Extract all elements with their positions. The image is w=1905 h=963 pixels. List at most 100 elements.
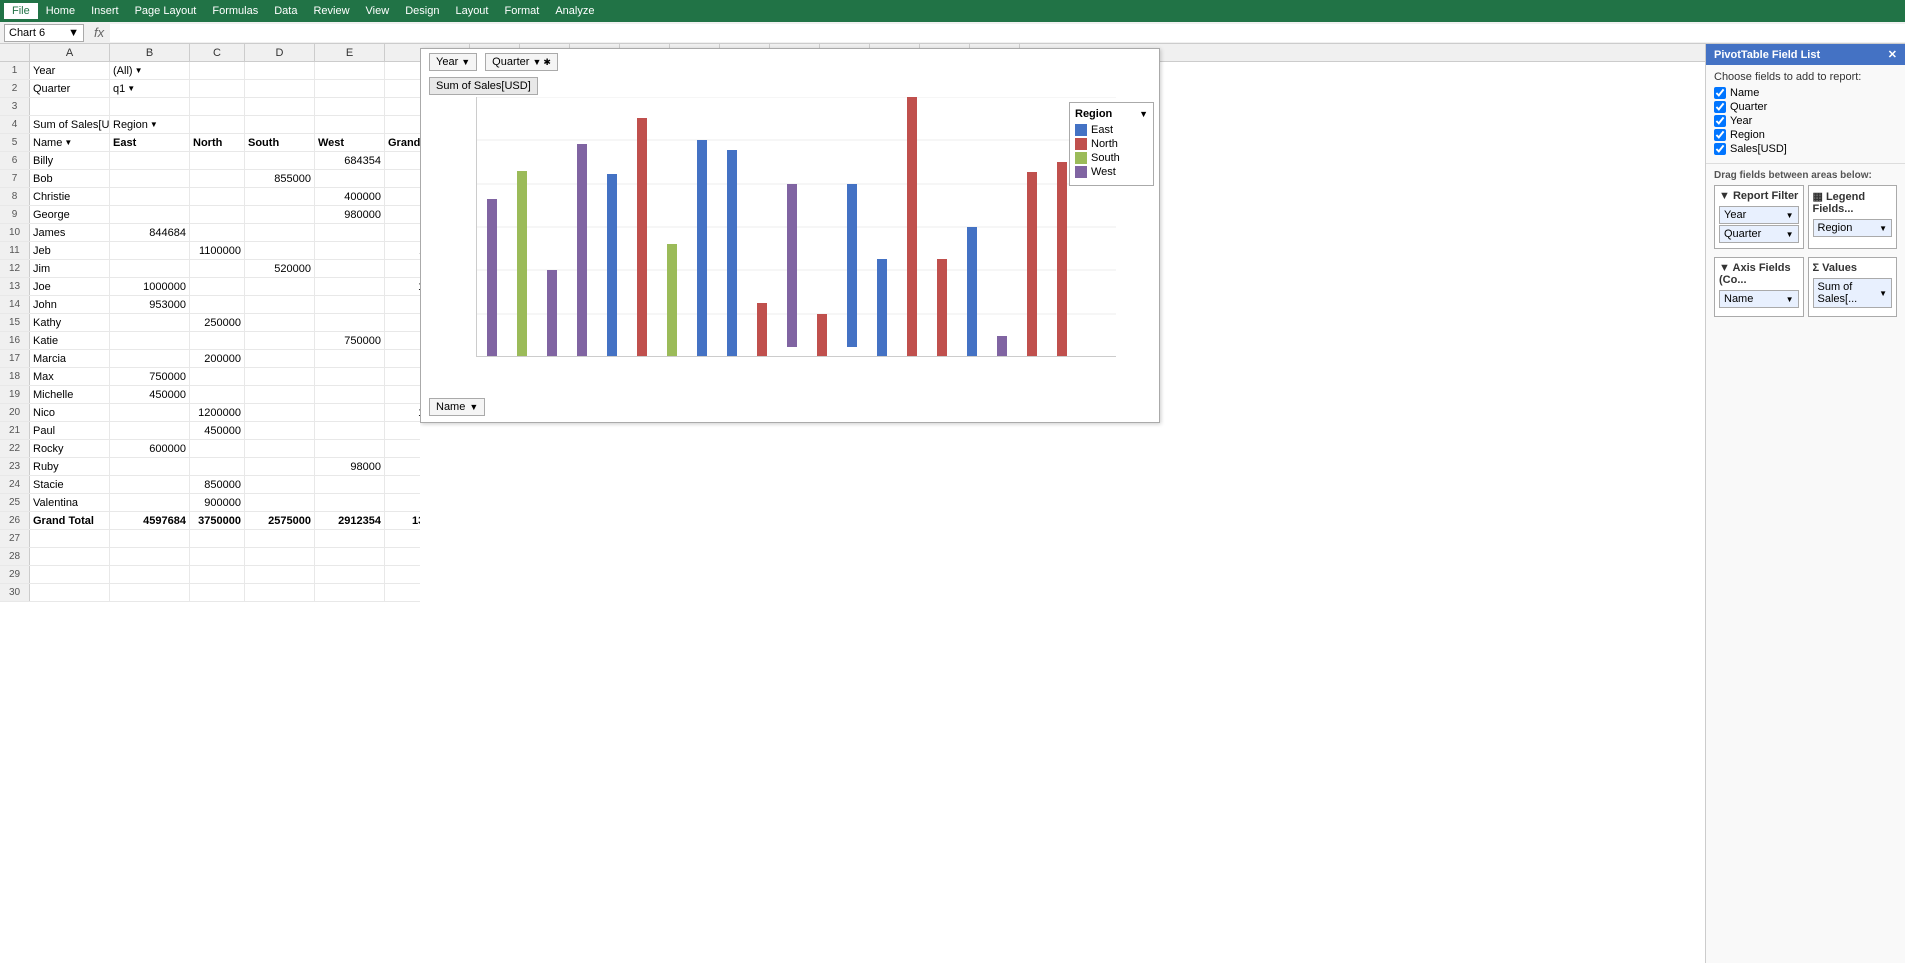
cell[interactable]: George: [30, 206, 110, 223]
cell[interactable]: [245, 206, 315, 223]
cell[interactable]: [190, 152, 245, 169]
col-header-d[interactable]: D: [245, 44, 315, 61]
cell[interactable]: Marcia: [30, 350, 110, 367]
cell[interactable]: [110, 494, 190, 511]
cell[interactable]: [315, 368, 385, 385]
cell[interactable]: 684354: [315, 152, 385, 169]
cell[interactable]: [315, 242, 385, 259]
filter-year-field[interactable]: Year ▼: [1719, 206, 1799, 224]
cell[interactable]: 750000: [315, 332, 385, 349]
cell[interactable]: 98000: [385, 458, 420, 475]
cell[interactable]: 400000: [385, 188, 420, 205]
cell[interactable]: James: [30, 224, 110, 241]
year-filter-btn[interactable]: Year ▼: [429, 53, 477, 71]
cell[interactable]: John: [30, 296, 110, 313]
field-year[interactable]: Year: [1714, 115, 1897, 127]
cell[interactable]: [315, 386, 385, 403]
cell[interactable]: [110, 404, 190, 421]
cell[interactable]: [245, 350, 315, 367]
cell[interactable]: [315, 260, 385, 277]
cell[interactable]: East: [110, 134, 190, 151]
cell[interactable]: [190, 332, 245, 349]
legend-region-field[interactable]: Region ▼: [1813, 219, 1893, 237]
cell[interactable]: 980000: [315, 206, 385, 223]
cell[interactable]: [315, 422, 385, 439]
tab-design[interactable]: Design: [397, 3, 447, 19]
legend-title[interactable]: Region ▼: [1075, 108, 1148, 120]
cell[interactable]: [190, 260, 245, 277]
cell[interactable]: (All)▼: [110, 62, 190, 79]
cell[interactable]: [245, 278, 315, 295]
cell[interactable]: [190, 368, 245, 385]
quarter-filter-btn[interactable]: Quarter ▼ ✱: [485, 53, 558, 71]
cell[interactable]: 855000: [245, 170, 315, 187]
name-field-dropdown-icon[interactable]: ▼: [1786, 295, 1794, 304]
cell[interactable]: [245, 152, 315, 169]
cell[interactable]: Ruby: [30, 458, 110, 475]
cell[interactable]: [245, 296, 315, 313]
cell[interactable]: [245, 332, 315, 349]
cell[interactable]: [110, 350, 190, 367]
cell[interactable]: [245, 440, 315, 457]
cell[interactable]: 1100000: [385, 242, 420, 259]
cell[interactable]: [190, 188, 245, 205]
cell[interactable]: [110, 458, 190, 475]
cell[interactable]: [190, 170, 245, 187]
cell[interactable]: [245, 242, 315, 259]
cell[interactable]: 750000: [110, 368, 190, 385]
cell[interactable]: [315, 278, 385, 295]
cell[interactable]: 953000: [110, 296, 190, 313]
cell[interactable]: 750000: [385, 368, 420, 385]
cell[interactable]: West: [315, 134, 385, 151]
cell[interactable]: 844684: [110, 224, 190, 241]
cell[interactable]: [110, 206, 190, 223]
cell[interactable]: [190, 206, 245, 223]
cell[interactable]: Paul: [30, 422, 110, 439]
name-axis-btn[interactable]: Name ▼: [429, 398, 485, 416]
cell[interactable]: [190, 224, 245, 241]
formula-input[interactable]: [110, 24, 1905, 42]
tab-layout[interactable]: Layout: [447, 3, 496, 19]
cell[interactable]: [315, 476, 385, 493]
cell[interactable]: Rocky: [30, 440, 110, 457]
name-box[interactable]: Chart 6 ▼: [4, 24, 84, 42]
col-header-b[interactable]: B: [110, 44, 190, 61]
col-header-a[interactable]: A: [30, 44, 110, 61]
cell[interactable]: 900000: [190, 494, 245, 511]
tab-insert[interactable]: Insert: [83, 3, 127, 19]
cell[interactable]: [315, 170, 385, 187]
cell[interactable]: [245, 422, 315, 439]
tab-review[interactable]: Review: [305, 3, 357, 19]
cell[interactable]: Bob: [30, 170, 110, 187]
cell[interactable]: Max: [30, 368, 110, 385]
cell[interactable]: 98000: [315, 458, 385, 475]
tab-analyze[interactable]: Analyze: [547, 3, 602, 19]
cell[interactable]: [315, 404, 385, 421]
cell[interactable]: Grand Total: [30, 512, 110, 529]
tab-view[interactable]: View: [358, 3, 398, 19]
cell[interactable]: [245, 386, 315, 403]
cell[interactable]: [110, 422, 190, 439]
cell[interactable]: [190, 458, 245, 475]
cell[interactable]: 2575000: [245, 512, 315, 529]
cell[interactable]: 850000: [190, 476, 245, 493]
cell[interactable]: [190, 386, 245, 403]
cell[interactable]: 2912354: [315, 512, 385, 529]
cell[interactable]: 600000: [110, 440, 190, 457]
cell[interactable]: 953000: [385, 296, 420, 313]
cell[interactable]: [190, 296, 245, 313]
cell[interactable]: [245, 476, 315, 493]
cell[interactable]: Christie: [30, 188, 110, 205]
cell[interactable]: Kathy: [30, 314, 110, 331]
cell[interactable]: 1000000: [385, 278, 420, 295]
cell[interactable]: Michelle: [30, 386, 110, 403]
cell[interactable]: 450000: [385, 422, 420, 439]
cell[interactable]: [315, 296, 385, 313]
field-quarter[interactable]: Quarter: [1714, 101, 1897, 113]
cell[interactable]: 450000: [385, 386, 420, 403]
cell[interactable]: Grand Total: [385, 134, 420, 151]
cell[interactable]: [190, 440, 245, 457]
cell[interactable]: Jeb: [30, 242, 110, 259]
field-name[interactable]: Name: [1714, 87, 1897, 99]
cell[interactable]: [245, 368, 315, 385]
